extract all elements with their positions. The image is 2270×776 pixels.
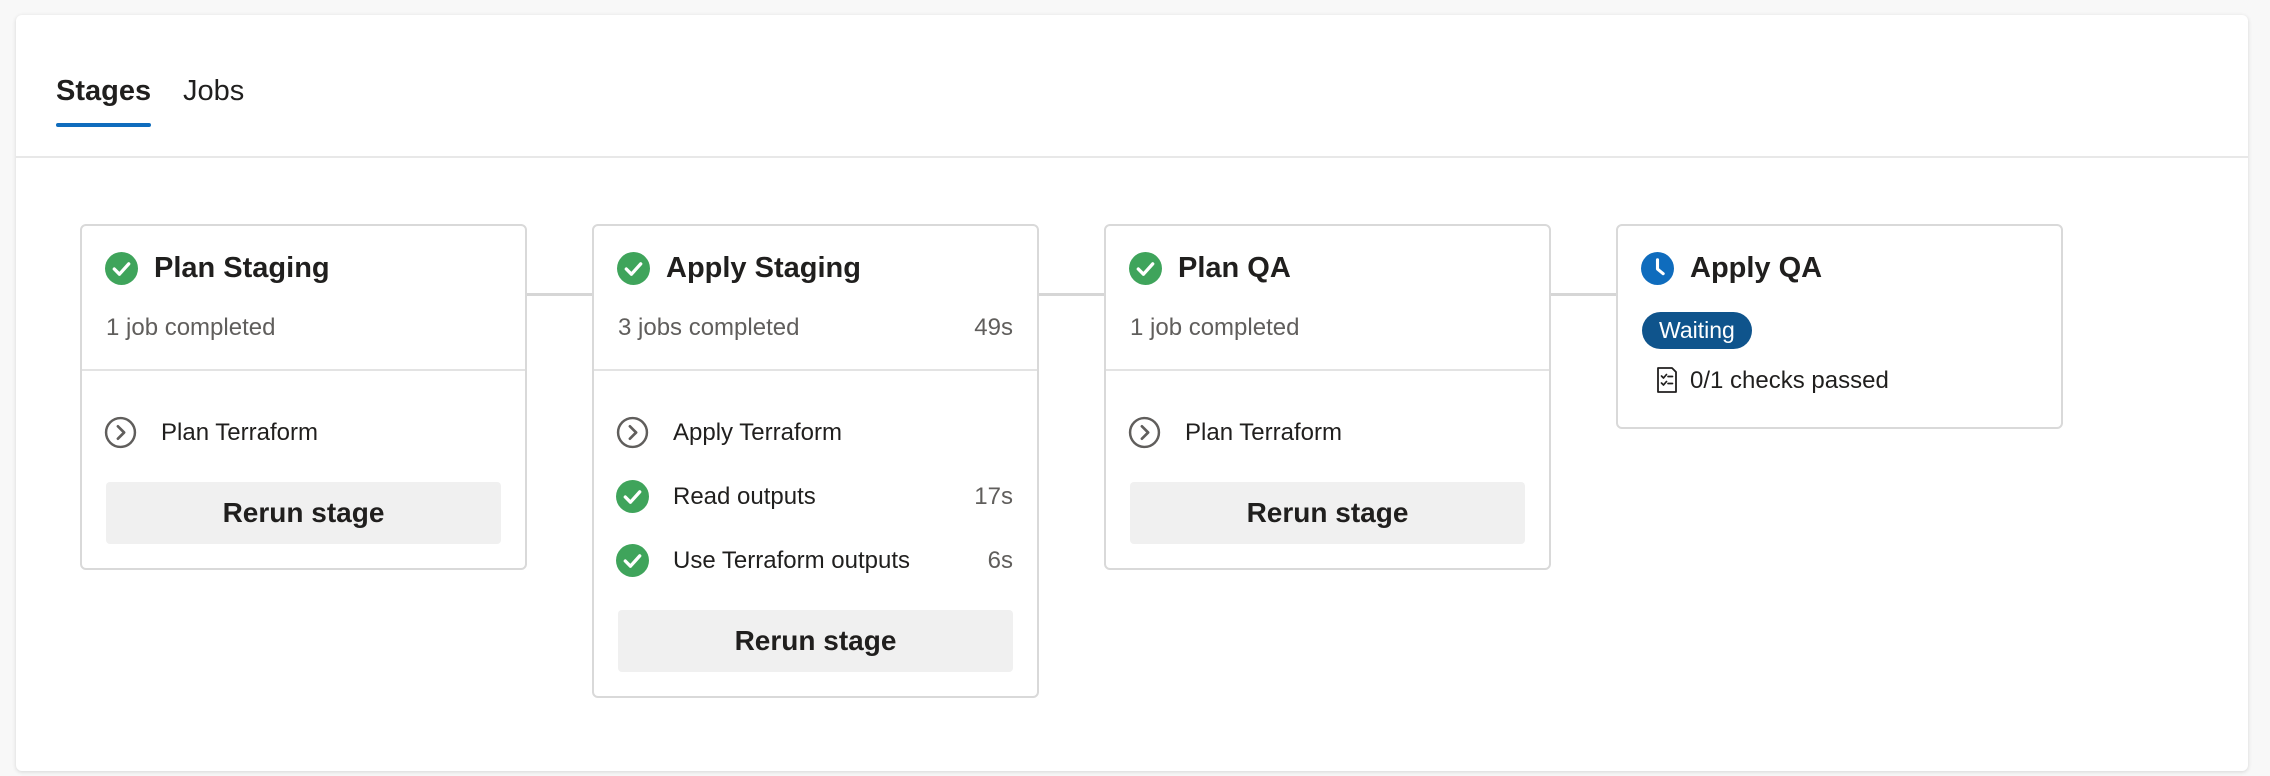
check-circle-icon (616, 480, 649, 513)
stage-connector (527, 293, 594, 296)
stage-card-plan-staging[interactable]: Plan Staging 1 job completed Plan Terraf… (80, 224, 527, 570)
stage-connector (1551, 293, 1618, 296)
job-row-apply-terraform[interactable]: Apply Terraform (594, 408, 1037, 458)
job-label: Apply Terraform (673, 419, 842, 446)
stage-card-plan-qa[interactable]: Plan QA 1 job completed Plan Terraform R… (1104, 224, 1551, 570)
rerun-stage-button[interactable]: Rerun stage (106, 482, 501, 544)
tab-selected-indicator (56, 123, 152, 127)
chevron-right-circle-icon (1128, 416, 1161, 449)
check-circle-icon (1129, 252, 1162, 285)
job-row-plan-terraform[interactable]: Plan Terraform (82, 408, 525, 458)
job-row-plan-terraform[interactable]: Plan Terraform (1106, 408, 1549, 458)
job-label: Read outputs (673, 483, 816, 510)
stage-title: Apply Staging (666, 252, 861, 284)
check-circle-icon (105, 252, 138, 285)
check-circle-icon (616, 544, 649, 577)
stage-title: Apply QA (1690, 252, 1823, 284)
tab-bar: Stages Jobs (16, 15, 2248, 158)
tab-jobs-label: Jobs (183, 75, 245, 107)
chevron-right-circle-icon (616, 416, 649, 449)
job-row-read-outputs[interactable]: Read outputs 17s (594, 472, 1037, 522)
stage-summary: 1 job completed (106, 314, 276, 341)
card-divider (594, 369, 1037, 371)
stage-connector (1039, 293, 1106, 296)
job-label: Plan Terraform (1185, 419, 1342, 446)
stage-summary: 3 jobs completed (618, 314, 800, 341)
checklist-icon (1657, 367, 1677, 393)
stage-title: Plan QA (1178, 252, 1291, 284)
job-label: Use Terraform outputs (673, 547, 910, 574)
stage-card-apply-staging[interactable]: Apply Staging 3 jobs completed 49s Apply… (592, 224, 1039, 698)
job-label: Plan Terraform (161, 419, 318, 446)
stage-title: Plan Staging (154, 252, 330, 284)
rerun-stage-button[interactable]: Rerun stage (1130, 482, 1525, 544)
clock-icon (1641, 252, 1674, 285)
chevron-right-circle-icon (104, 416, 137, 449)
stage-card-apply-qa[interactable]: Apply QA Waiting 0/1 checks passed (1616, 224, 2063, 429)
rerun-stage-button[interactable]: Rerun stage (618, 610, 1013, 672)
job-duration: 6s (987, 547, 1013, 574)
tab-stages-label: Stages (56, 75, 152, 107)
card-divider (1106, 369, 1549, 371)
stage-summary: 1 job completed (1130, 314, 1300, 341)
card-divider (82, 369, 525, 371)
checks-label: 0/1 checks passed (1690, 367, 1889, 394)
job-row-use-terraform-outputs[interactable]: Use Terraform outputs 6s (594, 536, 1037, 586)
tab-jobs[interactable]: Jobs (183, 71, 244, 111)
check-circle-icon (617, 252, 650, 285)
stage-duration: 49s (974, 314, 1013, 341)
status-badge: Waiting (1642, 312, 1752, 349)
pipeline-run-panel: Stages Jobs Plan Staging 1 job completed… (16, 15, 2248, 771)
job-duration: 17s (974, 483, 1013, 510)
tab-stages[interactable]: Stages (56, 71, 152, 127)
